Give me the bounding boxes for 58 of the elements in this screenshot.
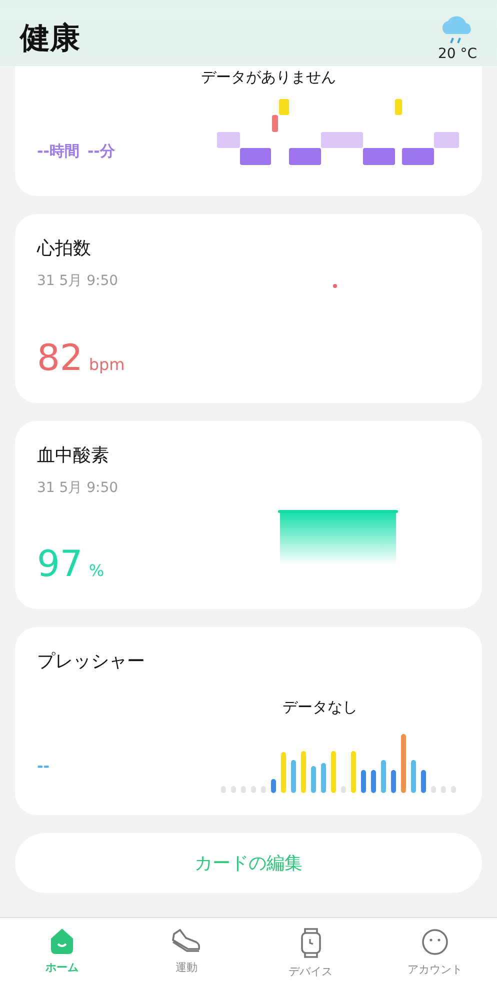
- blood-oxygen-unit: %: [88, 561, 104, 580]
- pressure-bar: [331, 751, 336, 793]
- sleep-stage-block: [289, 148, 321, 164]
- pressure-bar: [291, 760, 296, 793]
- pressure-bar: [391, 770, 396, 793]
- nav-tab[interactable]: ホーム: [0, 918, 124, 1000]
- sleep-stage-block: [402, 148, 434, 164]
- measurement-time: 31 5月 9:50: [37, 479, 118, 497]
- sleep-stage-block: [217, 132, 240, 148]
- pressure-bar: [341, 786, 346, 793]
- pressure-bar: [321, 763, 326, 793]
- pressure-bar: [451, 786, 456, 793]
- pressure-bar: [251, 786, 256, 793]
- pressure-bar: [361, 770, 366, 793]
- pressure-bar: [431, 786, 436, 793]
- pressure-bar: [311, 766, 316, 793]
- nav-tab[interactable]: 運動: [124, 918, 248, 1000]
- nav-tab[interactable]: デバイス: [248, 918, 373, 1000]
- heart-rate-value: 82: [37, 338, 83, 379]
- sleep-stage-block: [240, 148, 271, 164]
- pressure-bar: [271, 779, 276, 793]
- pressure-bar: [401, 734, 406, 793]
- pressure-bar: [411, 760, 416, 793]
- pressure-bar: [221, 786, 226, 793]
- card-title: プレッシャー: [37, 650, 146, 673]
- no-data-message: データなし: [282, 698, 358, 717]
- measurement-time: 31 5月 9:50: [37, 272, 118, 290]
- edit-cards-button[interactable]: カードの編集: [15, 833, 482, 893]
- face-icon: [420, 928, 449, 956]
- pressure-bar: [351, 751, 356, 793]
- sleep-stage-block: [321, 132, 363, 148]
- pressure-bar: [441, 786, 446, 793]
- pressure-bar: [371, 770, 376, 793]
- pressure-bar: [421, 770, 426, 793]
- card-title: 血中酸素: [37, 444, 110, 467]
- heart-rate-unit: bpm: [88, 355, 125, 374]
- card-title: 心拍数: [37, 237, 92, 260]
- sleep-minutes: --分: [87, 142, 115, 161]
- shoe-icon: [170, 928, 202, 954]
- nav-tab[interactable]: アカウント: [372, 918, 497, 1000]
- home-icon: [49, 928, 76, 954]
- sleep-stage-block: [395, 98, 402, 114]
- temperature: 20 °C: [438, 46, 477, 62]
- sleep-hours: --時間: [37, 142, 80, 161]
- pressure-bar: [381, 760, 386, 793]
- sleep-stage-block: [363, 148, 395, 164]
- watch-icon: [298, 928, 323, 958]
- no-data-message: データがありません: [201, 68, 336, 87]
- pressure-value: --: [37, 757, 50, 775]
- sleep-stage-block: [434, 132, 459, 148]
- pressure-bar: [231, 786, 236, 793]
- blood-oxygen-value: 97: [37, 544, 83, 585]
- pressure-bar: [301, 751, 306, 793]
- heart-rate-point-icon: [333, 284, 337, 288]
- pressure-bar: [241, 786, 246, 793]
- pressure-bar: [281, 752, 286, 793]
- page-title: 健康: [20, 20, 80, 58]
- pressure-bar: [261, 786, 266, 793]
